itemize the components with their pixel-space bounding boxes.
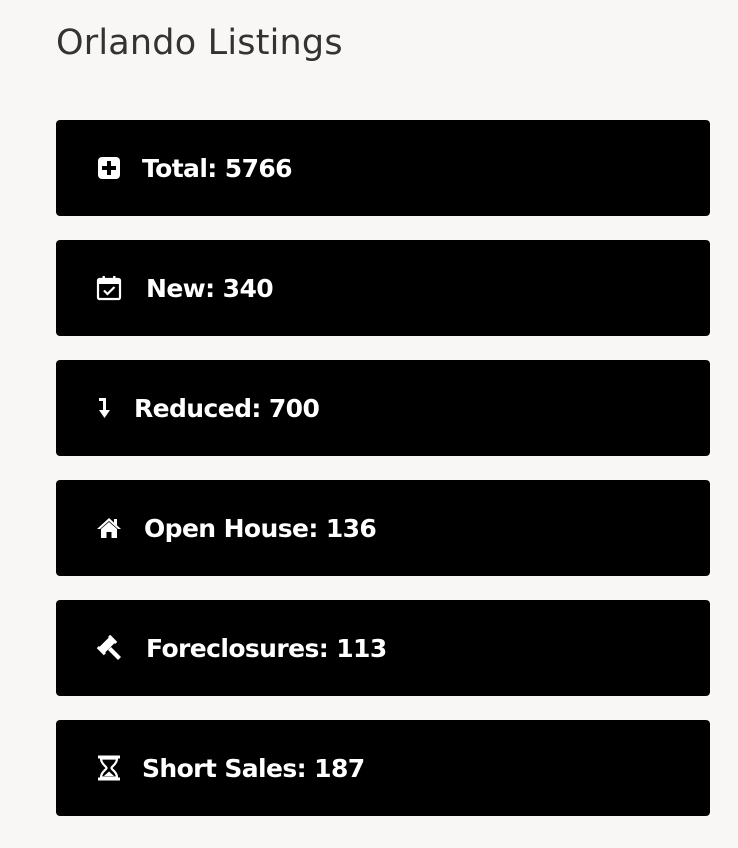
gavel-icon	[96, 635, 122, 661]
listing-foreclosures-label: Foreclosures: 113	[146, 633, 387, 663]
home-icon	[96, 515, 122, 541]
hourglass-icon	[96, 755, 122, 781]
listing-open-house-button[interactable]: Open House: 136	[56, 480, 710, 576]
listing-short-sales-button[interactable]: Short Sales: 187	[56, 720, 710, 816]
listing-foreclosures-button[interactable]: Foreclosures: 113	[56, 600, 710, 696]
listing-new-button[interactable]: New: 340	[56, 240, 710, 336]
plus-square-icon	[96, 155, 122, 181]
listing-total-button[interactable]: Total: 5766	[56, 120, 710, 216]
calendar-check-icon	[96, 275, 122, 301]
arrow-down-icon	[96, 395, 114, 421]
listing-reduced-label: Reduced: 700	[134, 393, 320, 423]
page-title: Orlando Listings	[56, 23, 343, 63]
listing-new-label: New: 340	[146, 273, 274, 303]
listing-reduced-button[interactable]: Reduced: 700	[56, 360, 710, 456]
listing-open-house-label: Open House: 136	[144, 513, 377, 543]
listing-total-label: Total: 5766	[142, 153, 293, 183]
listing-list: Total: 5766 New: 340 Reduced: 700 Open H…	[56, 120, 710, 816]
listing-short-sales-label: Short Sales: 187	[142, 753, 365, 783]
